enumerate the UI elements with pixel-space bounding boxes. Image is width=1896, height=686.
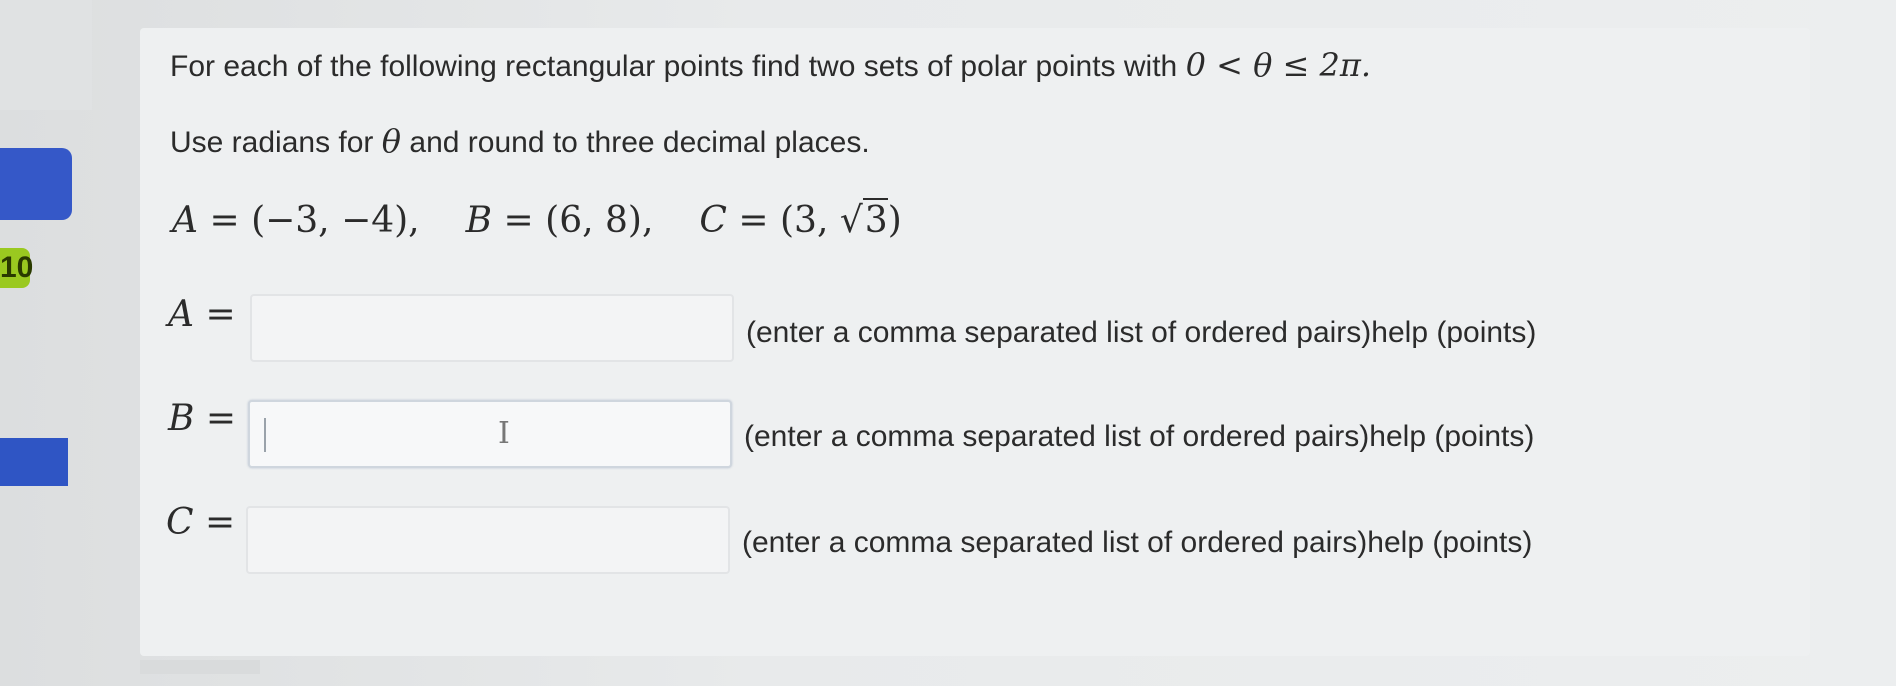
intro-condition: 0 < θ ≤ 2π. [1185,46,1372,84]
sidebar-blue-button[interactable] [0,438,68,486]
ibeam-cursor-icon: I [498,416,510,451]
answer-input-a[interactable] [250,294,734,362]
point-a: A = (−3, −4), [172,200,420,241]
page: 10 For each of the following rectangular… [0,0,1896,686]
instruction-theta: θ [381,122,402,160]
answer-hint-c[interactable]: (enter a comma separated list of ordered… [742,526,1532,560]
given-points: A = (−3, −4), B = (6, 8), C = (3, √3) [172,198,902,241]
answer-label-a: A = [168,294,236,335]
score-badge: 10 [0,248,33,288]
problem-intro: For each of the following rectangular po… [170,46,1371,84]
left-sidebar: 10 [0,0,95,686]
problem-instruction: Use radians for θ and round to three dec… [170,122,870,160]
answer-input-b[interactable]: I [248,400,732,468]
answer-hint-a[interactable]: (enter a comma separated list of ordered… [746,316,1536,350]
sidebar-blue-tab[interactable] [0,148,72,220]
answer-label-b: B = [168,398,237,439]
text-caret [264,418,266,452]
point-b: B = (6, 8), [465,200,654,241]
answer-input-c[interactable] [246,506,730,574]
sidebar-top-panel [0,0,92,110]
answer-label-c: C = [166,502,236,543]
answer-hint-b[interactable]: (enter a comma separated list of ordered… [744,420,1534,454]
instruction-suffix: and round to three decimal places. [409,126,870,159]
intro-text: For each of the following rectangular po… [170,50,1178,83]
instruction-prefix: Use radians for [170,126,374,159]
bottom-edge [140,660,260,674]
sqrt-symbol: √3 [839,198,888,241]
point-c: C = (3, √3) [699,198,902,241]
